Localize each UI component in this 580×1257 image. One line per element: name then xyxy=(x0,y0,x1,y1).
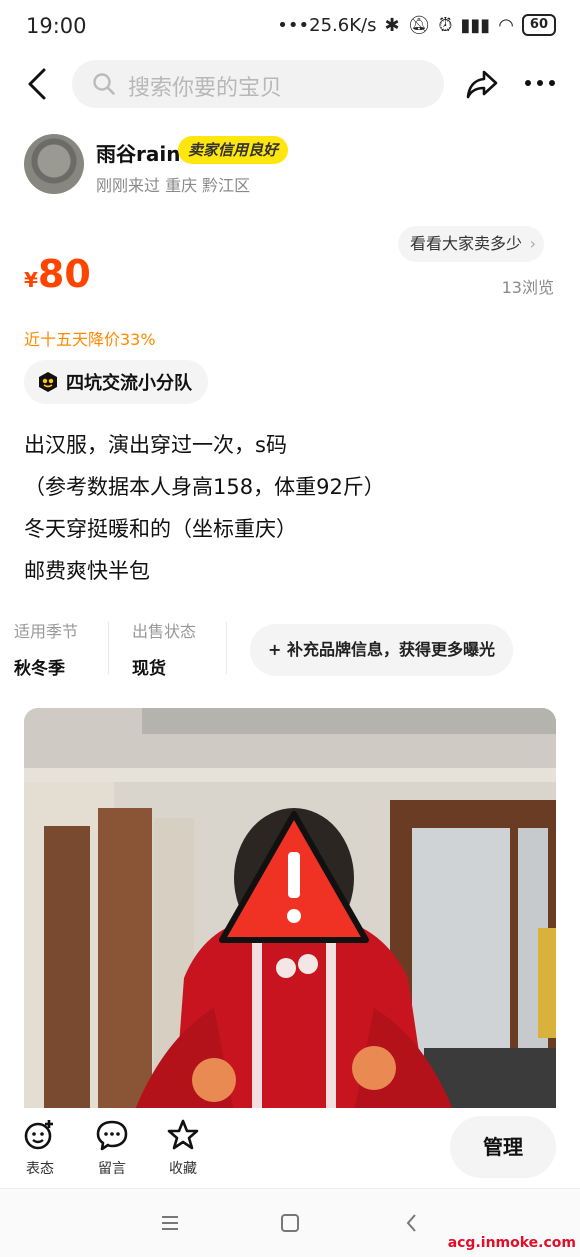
group-icon xyxy=(39,372,57,392)
seller-meta: 刚刚来过 重庆 黔江区 xyxy=(96,176,251,195)
description-line: 冬天穿挺暖和的（坐标重庆） xyxy=(24,517,297,541)
season-value: 秋冬季 xyxy=(14,659,65,679)
view-count: 13浏览 xyxy=(501,278,554,297)
season-attribute: 适用季节 秋冬季 xyxy=(14,618,78,679)
price-amount: 80 xyxy=(37,252,91,296)
emoji-plus-icon xyxy=(24,1120,53,1150)
search-placeholder: 搜索你要的宝贝 xyxy=(128,76,283,101)
search-input[interactable]: 搜索你要的宝贝 xyxy=(72,60,444,108)
divider xyxy=(108,622,109,674)
price: ¥80 xyxy=(24,252,91,296)
season-key: 适用季节 xyxy=(14,622,79,641)
signal-icon: ▮▮▮ xyxy=(460,14,491,36)
description-line: （参考数据本人身高158，体重92斤） xyxy=(24,475,385,499)
status-key: 出售状态 xyxy=(132,622,197,641)
home-icon[interactable] xyxy=(278,1211,302,1235)
favorite-label: 收藏 xyxy=(169,1161,197,1177)
price-drop-note: 近十五天降价33% xyxy=(24,330,156,349)
group-tag-chip[interactable]: 四坑交流小分队 xyxy=(24,360,208,404)
item-photo[interactable] xyxy=(24,708,556,1112)
react-button[interactable]: 表态 xyxy=(12,1118,68,1178)
react-label: 表态 xyxy=(26,1161,54,1177)
status-bar: 19:00 •••25.6K/s ✱ 🔕︎ ⏰︎ ▮▮▮ ◠ 60 xyxy=(0,0,580,54)
seller-card[interactable]: 雨谷rain 卖家信用良好 刚刚来过 重庆 黔江区 xyxy=(24,132,564,196)
back-icon[interactable] xyxy=(20,64,56,104)
more-icon[interactable] xyxy=(522,72,558,94)
bottom-action-bar: 表态 留言 收藏 管理 xyxy=(0,1108,580,1188)
bluetooth-icon: ✱ xyxy=(384,14,400,36)
status-value: 现货 xyxy=(132,659,166,679)
item-attributes: 适用季节 秋冬季 出售状态 现货 + 补充品牌信息，获得更多曝光 xyxy=(0,618,580,682)
compare-price-button[interactable]: 看看大家卖多少 xyxy=(398,226,545,262)
mute-icon: 🔕︎ xyxy=(407,14,431,36)
credit-badge: 卖家信用良好 xyxy=(178,136,289,164)
comment-label: 留言 xyxy=(98,1161,126,1177)
comment-icon xyxy=(96,1120,128,1151)
price-symbol: ¥ xyxy=(24,268,38,292)
group-tag-label: 四坑交流小分队 xyxy=(66,373,192,394)
description-line: 出汉服，演出穿过一次，s码 xyxy=(24,433,287,457)
description: 出汉服，演出穿过一次，s码 （参考数据本人身高158，体重92斤） 冬天穿挺暖和… xyxy=(24,424,564,592)
menu-icon[interactable] xyxy=(158,1211,182,1235)
description-line: 邮费爽快半包 xyxy=(24,559,150,583)
status-icons: •••25.6K/s ✱ 🔕︎ ⏰︎ ▮▮▮ ◠ 60 xyxy=(277,14,556,36)
status-attribute: 出售状态 现货 xyxy=(132,618,196,679)
divider xyxy=(226,622,227,674)
battery-icon: 60 xyxy=(521,14,556,36)
top-bar: 搜索你要的宝贝 xyxy=(0,58,580,112)
manage-button[interactable]: 管理 xyxy=(450,1116,556,1178)
alarm-icon: ⏰︎ xyxy=(438,14,453,36)
favorite-button[interactable]: 收藏 xyxy=(155,1118,211,1178)
share-icon[interactable] xyxy=(464,66,500,102)
system-nav-bar: acg.inmoke.com xyxy=(0,1188,580,1257)
star-icon xyxy=(167,1119,199,1150)
avatar[interactable] xyxy=(24,134,84,194)
nav-back-icon[interactable] xyxy=(400,1211,424,1235)
network-speed: •••25.6K/s xyxy=(277,14,377,36)
comment-button[interactable]: 留言 xyxy=(84,1118,140,1178)
search-icon xyxy=(93,73,115,95)
item-photo-image xyxy=(24,708,556,1112)
seller-name[interactable]: 雨谷rain xyxy=(96,138,180,167)
status-time: 19:00 xyxy=(26,14,87,38)
add-brand-button[interactable]: + 补充品牌信息，获得更多曝光 xyxy=(250,624,513,676)
wifi-icon: ◠ xyxy=(498,14,514,36)
watermark: acg.inmoke.com xyxy=(447,1235,576,1251)
